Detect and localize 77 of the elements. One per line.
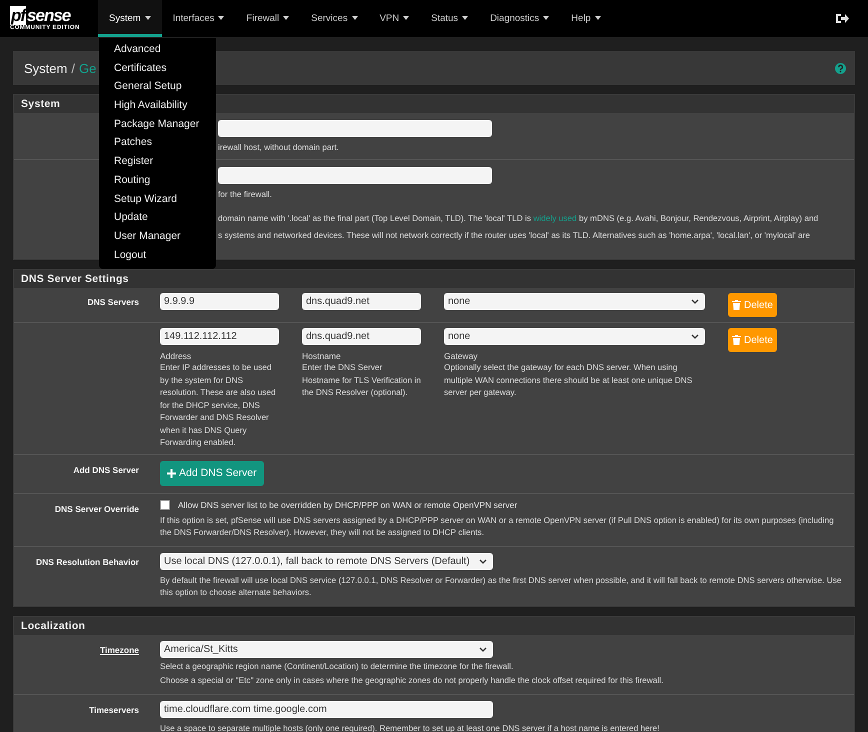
help-text: for the firewall. bbox=[218, 188, 273, 200]
help-text: Use a space to separate multiple hosts (only one required). Remember to set up at least one DNS server if a host name is entered here! bbox=[160, 722, 660, 732]
plus-icon bbox=[167, 468, 176, 478]
field-label: Add DNS Server bbox=[73, 464, 139, 474]
help-text: s systems and networked devices. These will not network correctly if the router uses 'local' as its TLD. Alternatives such as 'home.arpa', 'local.lan', or 'mylocal' are bbox=[218, 228, 812, 241]
menu-item[interactable]: Package Manager bbox=[99, 114, 216, 134]
breadcrumb-root[interactable]: System bbox=[24, 60, 68, 76]
breadcrumb-separator: / bbox=[71, 60, 75, 76]
chevron-icon bbox=[691, 334, 699, 339]
menu-item[interactable]: General Setup bbox=[99, 77, 216, 96]
nav-menu-item[interactable]: System bbox=[98, 0, 162, 37]
menu-item[interactable]: High Availability bbox=[99, 96, 216, 115]
logout-icon[interactable] bbox=[836, 13, 849, 24]
caret-icon bbox=[144, 16, 151, 20]
nav-menu-item[interactable]: Help bbox=[560, 0, 612, 37]
breadcrumb-current: Ge bbox=[78, 60, 96, 76]
address-field[interactable]: 149.112.112.112 bbox=[160, 328, 279, 345]
help-icon[interactable] bbox=[835, 62, 846, 74]
column-caption: Address bbox=[160, 351, 192, 361]
nav-menu-item[interactable]: Firewall bbox=[235, 0, 300, 37]
menu-item[interactable]: Patches bbox=[99, 133, 216, 152]
caret-icon bbox=[594, 16, 601, 20]
menu-item[interactable]: Setup Wizard bbox=[99, 190, 216, 208]
nav-menu-item[interactable]: Diagnostics bbox=[479, 0, 560, 37]
field-label: DNS Servers bbox=[87, 297, 139, 307]
trash-icon bbox=[732, 335, 741, 345]
trash-icon bbox=[732, 300, 741, 310]
hostname-field[interactable]: dns.quad9.net bbox=[302, 293, 421, 310]
caret-icon bbox=[218, 16, 224, 20]
address-field[interactable]: 9.9.9.9 bbox=[160, 293, 279, 310]
help-text: domain name with '.local' as the final part (Top Level Domain, TLD). The 'local' TLD is widely used by mDNS (e.g. Avahi, Bonjour, Rendezvous, Airprint, Airplay) and bbox=[218, 212, 820, 224]
nav-menu-item[interactable]: Interfaces bbox=[162, 0, 236, 37]
nav-menu-item[interactable]: VPN bbox=[368, 0, 420, 37]
menu-item[interactable]: Advanced bbox=[99, 40, 216, 59]
chevron-icon bbox=[479, 646, 487, 652]
menu-item[interactable]: Routing bbox=[99, 170, 216, 190]
hostname-field[interactable]: dns.quad9.net bbox=[302, 328, 421, 345]
help-text: irewall host, without domain part. bbox=[218, 141, 340, 154]
field-label: DNS Server Override bbox=[54, 504, 139, 514]
help-text: Choose a special or "Etc" zone only in cases where the geographic zones do not properly handle the clock offset required for this firewall. bbox=[160, 674, 664, 686]
gateway-select[interactable]: none bbox=[444, 293, 705, 310]
timeservers-field[interactable]: time.cloudflare.com time.google.com bbox=[160, 700, 493, 718]
menu-item[interactable]: Register bbox=[99, 152, 216, 171]
checkbox[interactable] bbox=[160, 500, 170, 510]
help-text: Enter IP addresses to be used by the system for DNS resolution. These are also used for the DHCP service, DNS Forwarder and DNS Resolver when it has DNS Query Forwarding enabled. bbox=[160, 361, 277, 448]
hostname-field[interactable] bbox=[218, 120, 492, 137]
column-caption: Gateway bbox=[444, 351, 479, 361]
field-label: Timezone bbox=[100, 644, 139, 654]
chevron-icon bbox=[479, 558, 487, 564]
dns-resolution-select[interactable]: Use local DNS (127.0.0.1), fall back to remote DNS Servers (Default) bbox=[160, 552, 493, 570]
gateway-select[interactable]: none bbox=[444, 328, 705, 345]
column-caption: Hostname bbox=[302, 351, 342, 361]
checkbox-label: Allow DNS server list to be overridden by DHCP/PPP on WAN or remote OpenVPN server bbox=[178, 500, 518, 510]
field-label: DNS Resolution Behavior bbox=[36, 556, 139, 566]
menu-item[interactable]: Logout bbox=[99, 246, 216, 264]
timezone-select[interactable]: America/St_Kitts bbox=[160, 640, 493, 658]
add-dns-server-button[interactable]: Add DNS Server bbox=[160, 460, 264, 486]
caret-icon bbox=[403, 16, 410, 20]
field-label: Timeservers bbox=[89, 704, 139, 714]
menu-item[interactable]: Certificates bbox=[99, 58, 216, 78]
panel-title: Localization bbox=[14, 616, 854, 634]
chevron-icon bbox=[691, 299, 699, 304]
menu-item[interactable]: Update bbox=[99, 208, 216, 227]
help-text: Select a geographic region name (Continent/Location) to determine the timezone for the firewall. bbox=[160, 660, 514, 672]
menu-item[interactable]: User Manager bbox=[99, 226, 216, 246]
help-text: Optionally select the gateway for each DNS server. When using multiple WAN connections there should be at least one unique DNS server per gateway. bbox=[444, 361, 694, 398]
caret-icon bbox=[352, 16, 358, 20]
nav-menu-item[interactable]: Services bbox=[300, 0, 369, 37]
caret-icon bbox=[462, 16, 468, 20]
domain-field[interactable] bbox=[218, 166, 492, 184]
caret-icon bbox=[283, 16, 290, 20]
panel-title: DNS Server Settings bbox=[14, 270, 854, 288]
help-text: Enter the DNS Server Hostname for TLS Verification in the DNS Resolver (optional). bbox=[302, 361, 421, 398]
nav-menu-item[interactable]: Status bbox=[420, 0, 480, 37]
help-text: If this option is set, pfSense will use DNS servers assigned by a DHCP/PPP server on WAN or a remote OpenVPN server (if Pull DNS option is enabled) for its own purposes (including the DNS Forwarder/DNS Resolver). However, they will not be assigned to DHCP clients. bbox=[160, 514, 835, 538]
help-text: By default the firewall will use local DNS service (127.0.0.1, DNS Resolver or Forwarder) as the first DNS server when possible, and it will fall back to remote DNS servers otherwise. Use this option to choose alternate behaviors. bbox=[160, 574, 843, 598]
caret-icon bbox=[543, 16, 550, 20]
